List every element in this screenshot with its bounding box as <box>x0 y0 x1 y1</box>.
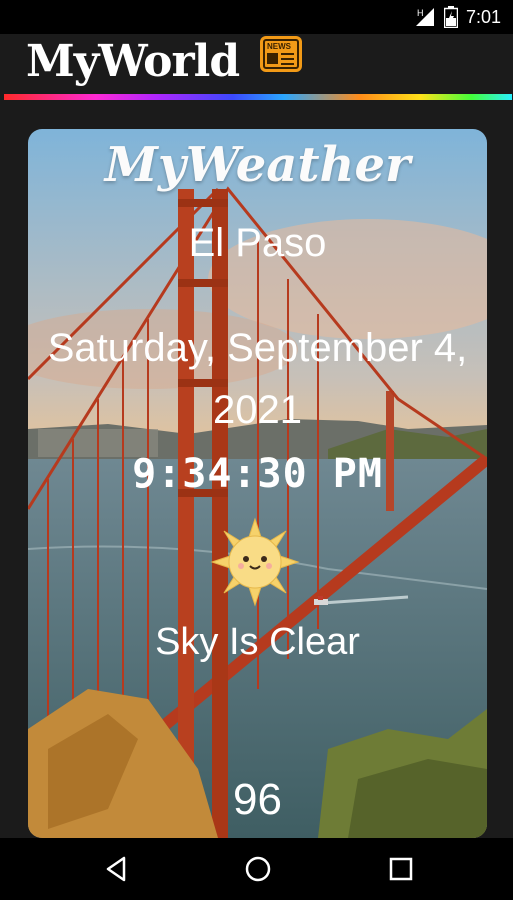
weather-condition: Sky Is Clear <box>155 621 360 663</box>
weather-card[interactable]: MyWeather El Paso Saturday, September 4,… <box>28 129 487 838</box>
home-icon[interactable] <box>243 854 273 884</box>
app-title: MyWorld <box>26 36 240 87</box>
time-text: 9:34:30 PM <box>132 451 383 497</box>
news-icon[interactable]: NEWS <box>258 34 304 74</box>
status-bar: H 7:01 <box>0 0 513 34</box>
sun-icon <box>210 517 300 607</box>
city-name: El Paso <box>188 221 327 265</box>
battery-icon <box>443 6 459 29</box>
back-icon[interactable] <box>102 854 132 884</box>
navigation-bar <box>0 838 513 900</box>
signal-icon: H <box>414 6 436 28</box>
temperature-value: 96 <box>233 775 282 824</box>
svg-text:NEWS: NEWS <box>267 42 292 51</box>
status-time: 7:01 <box>465 6 501 27</box>
date-text: Saturday, September 4, 2021 <box>47 326 468 432</box>
recents-icon[interactable] <box>386 854 416 884</box>
weather-title: MyWeather <box>104 137 411 193</box>
svg-text:H: H <box>417 8 424 18</box>
app-bar: MyWorld <box>0 34 513 94</box>
rainbow-divider <box>4 94 512 100</box>
status-icons: H 7:01 <box>414 6 501 29</box>
